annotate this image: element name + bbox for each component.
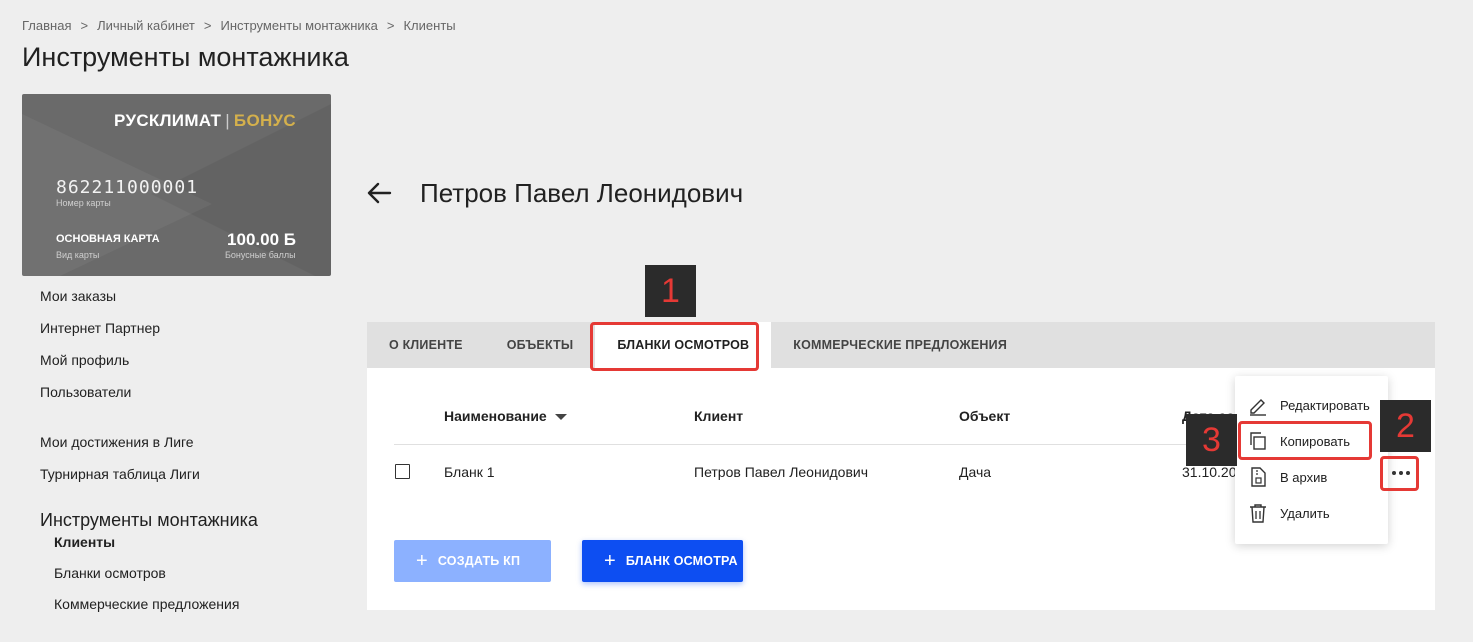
nav-sub-commercial-offers[interactable]: Коммерческие предложения <box>40 594 340 625</box>
client-name: Петров Павел Леонидович <box>420 178 744 208</box>
tab-objects[interactable]: ОБЪЕКТЫ <box>485 322 596 368</box>
menu-item-delete[interactable]: Удалить <box>1235 497 1388 529</box>
column-header-object: Объект <box>959 408 1011 424</box>
breadcrumb-home[interactable]: Главная <box>22 18 71 33</box>
tab-about-client[interactable]: О КЛИЕНТЕ <box>367 322 485 368</box>
column-header-name-label: Наименование <box>444 408 547 424</box>
annotation-step-2: 2 <box>1380 400 1431 452</box>
nav-my-profile[interactable]: Мой профиль <box>40 350 340 382</box>
breadcrumb-tools[interactable]: Инструменты монтажника <box>220 18 377 33</box>
menu-item-delete-label: Удалить <box>1280 505 1330 521</box>
breadcrumb-separator: > <box>203 18 212 33</box>
tab-bar: О КЛИЕНТЕ ОБЪЕКТЫ БЛАНКИ ОСМОТРОВ КОММЕР… <box>367 322 1435 368</box>
brand-main: РУСКЛИМАТ <box>114 111 222 130</box>
archive-file-icon <box>1251 467 1266 487</box>
nav-users[interactable]: Пользователи <box>40 382 340 414</box>
breadcrumb-separator: > <box>386 18 395 33</box>
nav-sub-clients[interactable]: Клиенты <box>40 532 340 563</box>
row-checkbox[interactable] <box>395 464 410 479</box>
sort-down-icon[interactable] <box>554 414 567 421</box>
menu-item-edit-label: Редактировать <box>1280 397 1370 413</box>
create-kp-button[interactable]: + СОЗДАТЬ КП <box>394 540 551 582</box>
annotation-step-1: 1 <box>645 265 696 317</box>
nav-league-table[interactable]: Турнирная таблица Лиги <box>40 464 340 496</box>
page-title: Инструменты монтажника <box>22 42 349 72</box>
annotation-highlight-more <box>1380 456 1419 491</box>
breadcrumb-account[interactable]: Личный кабинет <box>97 18 195 33</box>
sidebar-nav: Мои заказы Интернет Партнер Мой профиль … <box>40 286 340 625</box>
nav-my-orders[interactable]: Мои заказы <box>40 286 340 318</box>
tab-commercial-offers[interactable]: КОММЕРЧЕСКИЕ ПРЕДЛОЖЕНИЯ <box>771 322 1029 368</box>
cell-object: Дача <box>959 464 992 480</box>
create-kp-label: СОЗДАТЬ КП <box>437 554 521 568</box>
card-type: ОСНОВНАЯ КАРТА <box>56 233 160 245</box>
nav-league-achievements[interactable]: Мои достижения в Лиге <box>40 432 340 464</box>
new-inspection-form-label: БЛАНК ОСМОТРА <box>625 554 738 568</box>
pencil-icon <box>1250 399 1266 416</box>
brand-separator: | <box>225 111 230 130</box>
nav-section-title: Инструменты монтажника <box>40 510 258 530</box>
breadcrumb-current: Клиенты <box>403 18 456 33</box>
card-number-label: Номер карты <box>56 198 111 208</box>
new-inspection-form-button[interactable]: + БЛАНК ОСМОТРА <box>582 540 743 582</box>
card-brand-logo: РУСКЛИМАТ | БОНУС <box>114 111 296 131</box>
plus-icon: + <box>416 550 428 572</box>
card-balance-label: Бонусные баллы <box>225 250 296 260</box>
cell-client: Петров Павел Леонидович <box>694 464 869 480</box>
menu-item-edit[interactable]: Редактировать <box>1235 389 1388 421</box>
annotation-highlight-tab <box>590 322 759 371</box>
annotation-step-3: 3 <box>1186 414 1237 466</box>
menu-item-archive[interactable]: В архив <box>1235 461 1388 493</box>
card-number: 862211000001 <box>56 177 199 198</box>
bonus-card: РУСКЛИМАТ | БОНУС 862211000001 Номер карты… <box>22 94 331 276</box>
nav-gap <box>40 414 340 432</box>
cell-date: 31.10.20 <box>1182 464 1237 480</box>
breadcrumb-separator: > <box>80 18 89 33</box>
row-actions-menu: Редактировать Копировать В архив Удалить <box>1235 376 1388 544</box>
menu-item-archive-label: В архив <box>1280 469 1328 485</box>
card-type-label: Вид карты <box>56 250 100 260</box>
column-header-client: Клиент <box>694 408 744 424</box>
trash-icon <box>1250 504 1266 523</box>
nav-internet-partner[interactable]: Интернет Партнер <box>40 318 340 350</box>
brand-accent: БОНУС <box>233 111 296 130</box>
plus-icon: + <box>604 550 616 572</box>
column-header-name[interactable]: Наименование <box>444 408 567 424</box>
nav-sub-inspection-forms[interactable]: Бланки осмотров <box>40 563 340 594</box>
cell-name[interactable]: Бланк 1 <box>444 464 495 480</box>
back-arrow-icon[interactable] <box>364 178 394 208</box>
breadcrumb: Главная > Личный кабинет > Инструменты м… <box>22 18 456 33</box>
annotation-highlight-copy <box>1238 421 1372 460</box>
card-balance: 100.00 Б <box>227 230 296 249</box>
